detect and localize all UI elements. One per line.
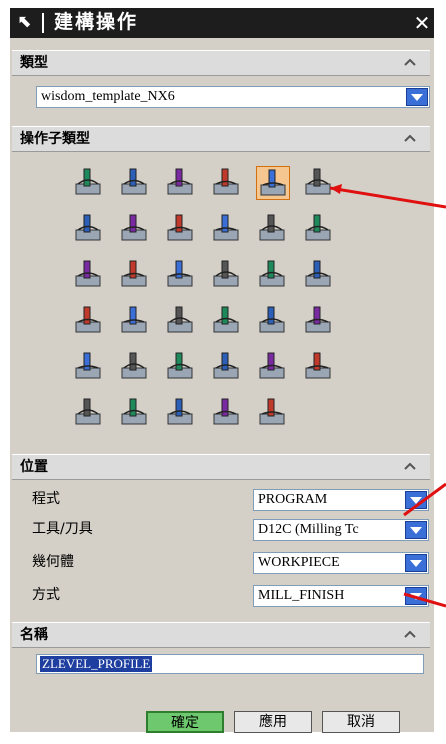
dropdown-arrow-icon[interactable] <box>406 88 428 106</box>
zlevel-corner-icon[interactable] <box>302 166 336 200</box>
type-combobox[interactable]: wisdom_template_NX6 <box>36 86 430 108</box>
contour-profile-icon[interactable] <box>256 258 290 292</box>
title-separator <box>42 13 44 33</box>
contour-area-icon[interactable] <box>118 212 152 246</box>
contour-surface-area-icon[interactable] <box>164 212 198 246</box>
geometry-combobox[interactable]: WORKPIECE <box>253 552 429 574</box>
dialog-title: 建構操作 <box>54 11 139 33</box>
flowcut-multiple-icon[interactable] <box>118 258 152 292</box>
spot-facing-icon[interactable] <box>72 350 106 384</box>
countersinking-icon[interactable] <box>164 396 198 430</box>
plunge-mill-icon[interactable] <box>118 166 152 200</box>
section-name-header[interactable]: 名稱 <box>12 622 430 648</box>
flowcut-smooth-icon[interactable] <box>210 258 244 292</box>
section-type-header[interactable]: 類型 <box>12 50 430 76</box>
thread-milling-icon[interactable] <box>256 396 290 430</box>
name-input[interactable]: ZLEVEL_PROFILE <box>36 654 424 674</box>
section-title: 位置 <box>20 459 48 475</box>
zlevel-profile-icon[interactable] <box>256 166 290 200</box>
cavity-mill-icon[interactable] <box>72 166 106 200</box>
cancel-button[interactable]: 取消 <box>322 711 400 733</box>
method-value: MILL_FINISH <box>258 588 345 603</box>
section-title: 操作子類型 <box>20 131 90 147</box>
create-operation-dialog: ⬉ 建構操作 ✕ 類型 wisdom_template_NX6 操作子類型 位置… <box>10 8 434 733</box>
streamline-icon[interactable] <box>210 212 244 246</box>
flowcut-ref-tool-icon[interactable] <box>164 258 198 292</box>
chevron-up-icon[interactable] <box>400 456 420 476</box>
program-label: 程式 <box>32 491 60 507</box>
section-position-header[interactable]: 位置 <box>12 454 430 480</box>
variable-zlevel-icon[interactable] <box>72 304 106 338</box>
counterboring-icon[interactable] <box>118 396 152 430</box>
solid-profile-icon[interactable] <box>302 304 336 338</box>
program-value: PROGRAM <box>258 492 328 507</box>
drilling-icon[interactable] <box>164 350 198 384</box>
mill-control-icon[interactable] <box>164 304 198 338</box>
corner-rough-icon[interactable] <box>164 166 198 200</box>
variable-contour-icon[interactable] <box>302 258 336 292</box>
tool-value: D12C (Milling Tc <box>258 522 359 537</box>
ok-button[interactable]: 確定 <box>146 711 224 733</box>
planar-text-icon[interactable] <box>256 304 290 338</box>
section-subtype-header[interactable]: 操作子類型 <box>12 126 430 152</box>
section-title: 類型 <box>20 55 48 71</box>
contour-text-icon[interactable] <box>118 304 152 338</box>
tapping-icon[interactable] <box>210 396 244 430</box>
tool-combobox[interactable]: D12C (Milling Tc <box>253 519 429 541</box>
flowcut-single-icon[interactable] <box>72 258 106 292</box>
spot-drilling-icon[interactable] <box>118 350 152 384</box>
dropdown-arrow-icon[interactable] <box>405 491 427 509</box>
program-combobox[interactable]: PROGRAM <box>253 489 429 511</box>
chevron-up-icon[interactable] <box>400 624 420 644</box>
method-label: 方式 <box>32 587 60 603</box>
chevron-up-icon[interactable] <box>400 128 420 148</box>
contour-area-nonsteep-icon[interactable] <box>256 212 290 246</box>
apply-button[interactable]: 應用 <box>234 711 312 733</box>
geometry-label: 幾何體 <box>32 554 74 570</box>
breakchip-drilling-icon[interactable] <box>256 350 290 384</box>
operation-subtype-grid <box>10 158 434 448</box>
fixed-contour-icon[interactable] <box>72 212 106 246</box>
dropdown-arrow-icon[interactable] <box>405 587 427 605</box>
close-icon[interactable]: ✕ <box>412 12 432 34</box>
tool-label: 工具/刀具 <box>32 521 93 537</box>
method-combobox[interactable]: MILL_FINISH <box>253 585 429 607</box>
contour-area-dir-steep-icon[interactable] <box>302 212 336 246</box>
mill-user-icon[interactable] <box>210 304 244 338</box>
chevron-up-icon[interactable] <box>400 52 420 72</box>
arrow-icon: ⬉ <box>18 12 33 32</box>
title-bar[interactable]: ⬉ 建構操作 ✕ <box>10 8 434 38</box>
name-value: ZLEVEL_PROFILE <box>40 656 153 672</box>
reaming-icon[interactable] <box>72 396 106 430</box>
boring-icon[interactable] <box>302 350 336 384</box>
peck-drilling-icon[interactable] <box>210 350 244 384</box>
section-title: 名稱 <box>20 627 48 643</box>
dropdown-arrow-icon[interactable] <box>405 554 427 572</box>
dropdown-arrow-icon[interactable] <box>405 521 427 539</box>
geometry-value: WORKPIECE <box>258 555 340 570</box>
type-value: wisdom_template_NX6 <box>41 89 175 104</box>
rest-mill-icon[interactable] <box>210 166 244 200</box>
